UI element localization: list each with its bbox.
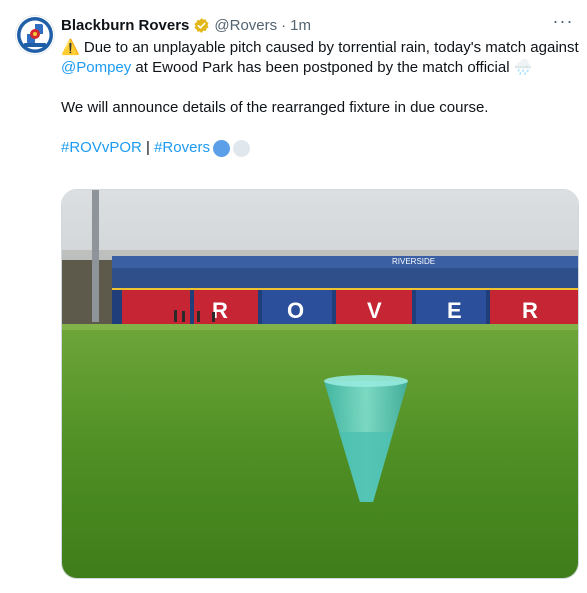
hashtags: #ROVvPOR | #Rovers [61, 138, 581, 158]
club-crest-icon [17, 17, 53, 53]
hashtag-link[interactable]: #Rovers [154, 138, 210, 158]
hashtag-link[interactable]: #ROVvPOR [61, 138, 142, 158]
seat-letter: R [522, 298, 538, 323]
tweet-paragraph-1: ⚠️ Due to an unplayable pitch caused by … [61, 38, 581, 78]
gold-verified-badge-icon[interactable] [193, 17, 210, 34]
tweet-text: ⚠️ Due to an unplayable pitch caused by … [61, 38, 581, 158]
more-options-icon[interactable]: ··· [551, 12, 575, 33]
stadium-photo: RIVERSIDE R O V E R [62, 190, 578, 578]
seat-letter: O [287, 298, 304, 323]
tag-separator: | [141, 139, 155, 156]
rain-cloud-icon: 🌧️ [513, 59, 533, 76]
stand-sign: RIVERSIDE [392, 257, 435, 266]
warning-icon: ⚠️ [61, 39, 80, 56]
timestamp[interactable]: 1m [290, 17, 311, 34]
author-handle[interactable]: @Rovers [214, 17, 277, 34]
seat-letter: E [447, 298, 462, 323]
header-separator: · [281, 16, 287, 34]
white-circle-icon [232, 139, 250, 157]
tweet[interactable]: Blackburn Rovers @Rovers · 1m ··· ⚠️ Due… [0, 0, 587, 593]
avatar[interactable] [15, 15, 55, 55]
tweet-paragraph-2: We will announce details of the rearrang… [61, 99, 489, 116]
blue-circle-icon [212, 139, 230, 157]
text-segment: Due to an unplayable pitch caused by tor… [79, 39, 579, 56]
tweet-photo[interactable]: RIVERSIDE R O V E R [61, 189, 579, 579]
tweet-header: Blackburn Rovers @Rovers · 1m [61, 15, 573, 35]
seat-letter: V [367, 298, 382, 323]
author-name[interactable]: Blackburn Rovers [61, 17, 189, 34]
mention-link[interactable]: @Pompey [61, 59, 131, 76]
text-segment: at Ewood Park has been postponed by the … [131, 59, 514, 76]
